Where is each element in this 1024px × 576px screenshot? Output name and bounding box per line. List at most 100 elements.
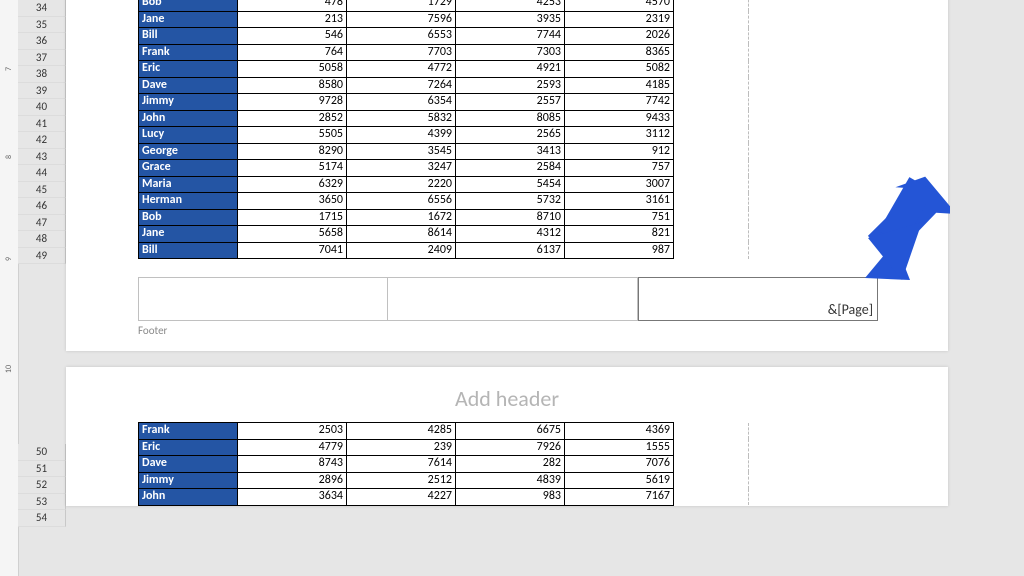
row-header[interactable]: 34 <box>18 0 66 17</box>
empty-cell[interactable] <box>674 44 749 61</box>
name-cell[interactable]: Grace <box>139 160 238 177</box>
value-cell[interactable]: 9728 <box>238 94 347 111</box>
worksheet-page-2[interactable]: Add header Frank2503428566754369Eric4779… <box>66 367 948 506</box>
value-cell[interactable]: 6556 <box>347 193 456 210</box>
empty-cell[interactable] <box>674 28 749 45</box>
table-row[interactable]: Bill546655377442026 <box>139 28 749 45</box>
value-cell[interactable]: 2319 <box>565 11 674 28</box>
value-cell[interactable]: 546 <box>238 28 347 45</box>
row-header[interactable]: 53 <box>18 494 66 511</box>
row-header[interactable]: 44 <box>18 165 66 182</box>
value-cell[interactable]: 2593 <box>456 77 565 94</box>
name-cell[interactable]: Bill <box>139 28 238 45</box>
value-cell[interactable]: 2584 <box>456 160 565 177</box>
row-header[interactable]: 45 <box>18 182 66 199</box>
value-cell[interactable]: 5505 <box>238 127 347 144</box>
value-cell[interactable]: 751 <box>565 209 674 226</box>
empty-cell[interactable] <box>674 439 749 456</box>
table-row[interactable]: Eric477923979261555 <box>139 439 749 456</box>
footer-zone[interactable]: &[Page] Footer <box>138 277 878 337</box>
row-header[interactable]: 36 <box>18 33 66 50</box>
value-cell[interactable]: 4253 <box>456 0 565 11</box>
row-header[interactable]: 52 <box>18 477 66 494</box>
value-cell[interactable]: 3161 <box>565 193 674 210</box>
name-cell[interactable]: John <box>139 110 238 127</box>
empty-cell[interactable] <box>674 226 749 243</box>
row-header[interactable]: 38 <box>18 66 66 83</box>
row-header[interactable]: 39 <box>18 83 66 100</box>
name-cell[interactable]: Lucy <box>139 127 238 144</box>
data-table-page-2[interactable]: Frank2503428566754369Eric477923979261555… <box>138 422 749 506</box>
table-row[interactable]: Frank764770373038365 <box>139 44 749 61</box>
value-cell[interactable]: 6675 <box>456 423 565 440</box>
value-cell[interactable]: 1672 <box>347 209 456 226</box>
empty-cell[interactable] <box>674 423 749 440</box>
empty-cell[interactable] <box>674 242 749 259</box>
value-cell[interactable]: 3112 <box>565 127 674 144</box>
value-cell[interactable]: 7596 <box>347 11 456 28</box>
value-cell[interactable]: 8365 <box>565 44 674 61</box>
value-cell[interactable]: 4570 <box>565 0 674 11</box>
row-header[interactable]: 35 <box>18 17 66 34</box>
name-cell[interactable]: Jimmy <box>139 94 238 111</box>
footer-center-box[interactable] <box>388 277 638 321</box>
name-cell[interactable]: Eric <box>139 61 238 78</box>
value-cell[interactable]: 4779 <box>238 439 347 456</box>
value-cell[interactable]: 764 <box>238 44 347 61</box>
data-table-page-1[interactable]: Bob478172942534570Jane213759639352319Bil… <box>138 0 749 259</box>
value-cell[interactable]: 9433 <box>565 110 674 127</box>
value-cell[interactable]: 4399 <box>347 127 456 144</box>
row-header[interactable]: 47 <box>18 215 66 232</box>
value-cell[interactable]: 1555 <box>565 439 674 456</box>
name-cell[interactable]: Bob <box>139 209 238 226</box>
value-cell[interactable]: 3650 <box>238 193 347 210</box>
row-header[interactable]: 48 <box>18 231 66 248</box>
footer-left-box[interactable] <box>138 277 388 321</box>
row-header[interactable]: 54 <box>18 510 66 527</box>
value-cell[interactable]: 8290 <box>238 143 347 160</box>
name-cell[interactable]: Frank <box>139 423 238 440</box>
value-cell[interactable]: 7167 <box>565 489 674 506</box>
value-cell[interactable]: 8580 <box>238 77 347 94</box>
value-cell[interactable]: 2557 <box>456 94 565 111</box>
value-cell[interactable]: 757 <box>565 160 674 177</box>
row-header[interactable]: 46 <box>18 198 66 215</box>
value-cell[interactable]: 6354 <box>347 94 456 111</box>
name-cell[interactable]: Maria <box>139 176 238 193</box>
table-row[interactable]: Jane565886144312821 <box>139 226 749 243</box>
name-cell[interactable]: Jimmy <box>139 472 238 489</box>
name-cell[interactable]: Frank <box>139 44 238 61</box>
empty-cell[interactable] <box>674 472 749 489</box>
empty-cell[interactable] <box>674 110 749 127</box>
value-cell[interactable]: 2896 <box>238 472 347 489</box>
value-cell[interactable]: 4921 <box>456 61 565 78</box>
table-row[interactable]: Herman3650655657323161 <box>139 193 749 210</box>
value-cell[interactable]: 3413 <box>456 143 565 160</box>
value-cell[interactable]: 7744 <box>456 28 565 45</box>
name-cell[interactable]: Dave <box>139 77 238 94</box>
empty-cell[interactable] <box>674 160 749 177</box>
empty-cell[interactable] <box>674 143 749 160</box>
value-cell[interactable]: 2852 <box>238 110 347 127</box>
table-row[interactable]: Jimmy2896251248395619 <box>139 472 749 489</box>
empty-cell[interactable] <box>674 193 749 210</box>
table-row[interactable]: Maria6329222054543007 <box>139 176 749 193</box>
name-cell[interactable]: Bob <box>139 0 238 11</box>
empty-cell[interactable] <box>674 489 749 506</box>
value-cell[interactable]: 7264 <box>347 77 456 94</box>
value-cell[interactable]: 4285 <box>347 423 456 440</box>
table-row[interactable]: John363442279837167 <box>139 489 749 506</box>
value-cell[interactable]: 8085 <box>456 110 565 127</box>
table-row[interactable]: Jane213759639352319 <box>139 11 749 28</box>
page-area[interactable]: Bob478172942534570Jane213759639352319Bil… <box>66 0 956 506</box>
value-cell[interactable]: 2409 <box>347 242 456 259</box>
value-cell[interactable]: 478 <box>238 0 347 11</box>
value-cell[interactable]: 5454 <box>456 176 565 193</box>
row-header[interactable]: 41 <box>18 116 66 133</box>
worksheet-page-1[interactable]: Bob478172942534570Jane213759639352319Bil… <box>66 0 948 351</box>
value-cell[interactable]: 213 <box>238 11 347 28</box>
value-cell[interactable]: 8710 <box>456 209 565 226</box>
value-cell[interactable]: 8743 <box>238 456 347 473</box>
value-cell[interactable]: 7303 <box>456 44 565 61</box>
table-row[interactable]: Bob171516728710751 <box>139 209 749 226</box>
